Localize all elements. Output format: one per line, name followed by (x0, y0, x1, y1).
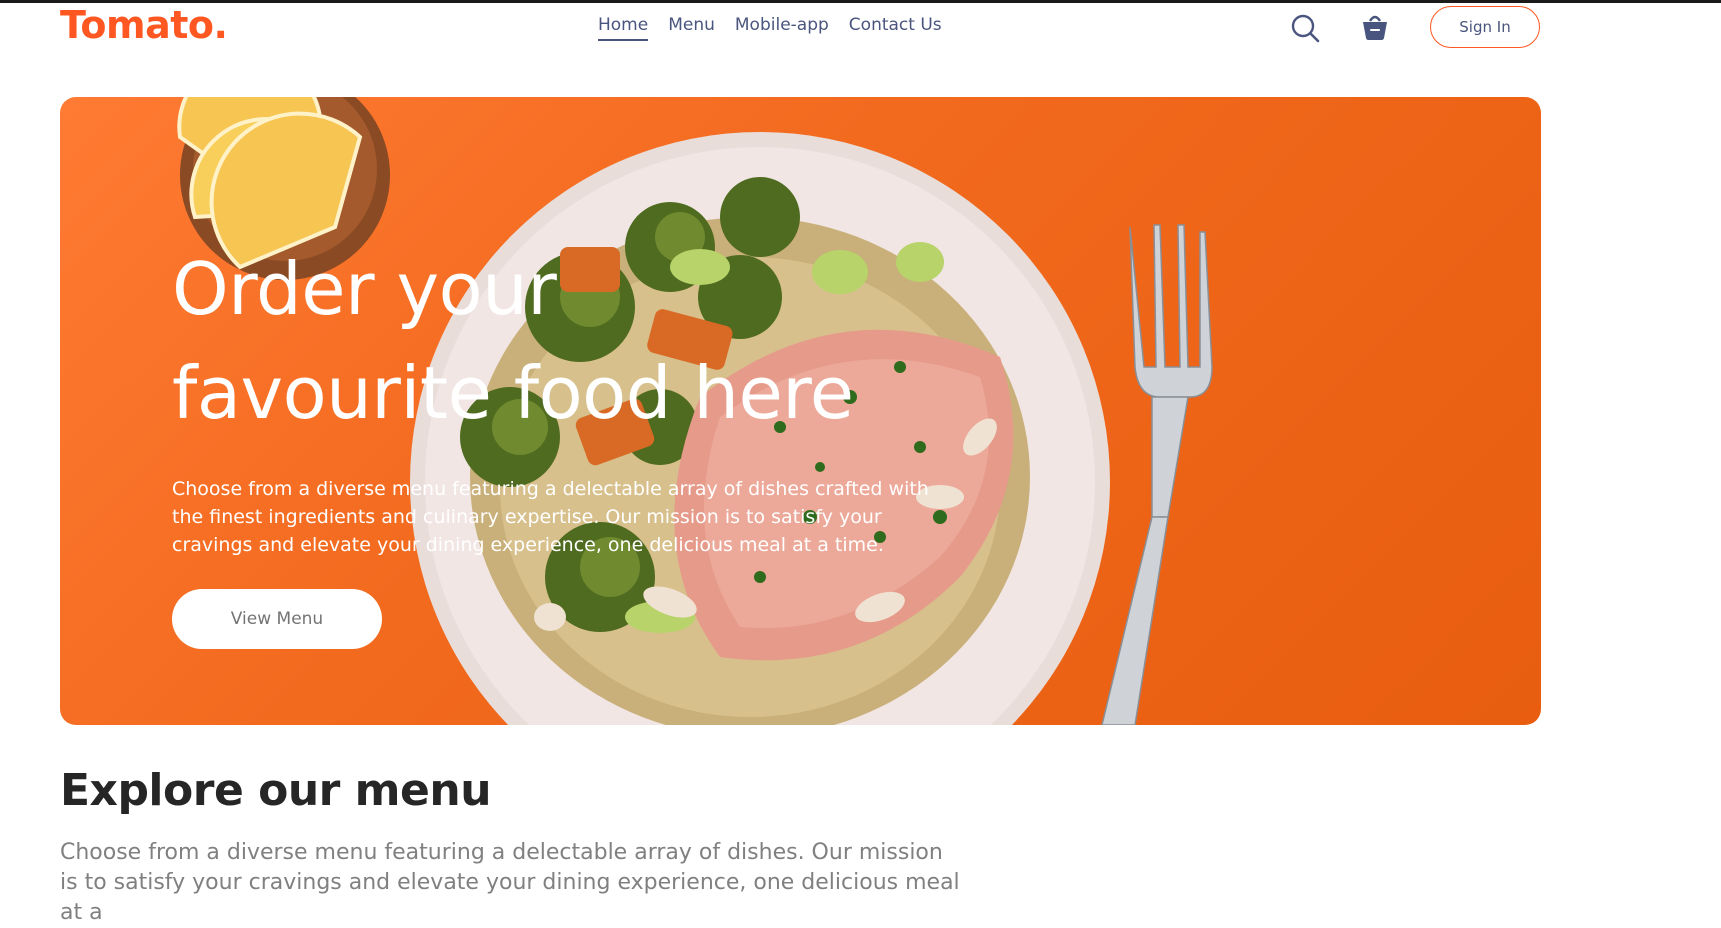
hero-title-line1: Order your (172, 247, 557, 331)
search-icon[interactable] (1290, 13, 1320, 43)
hero-banner: Order your favourite food here Choose fr… (60, 97, 1541, 725)
hero-contents: Order your favourite food here Choose fr… (172, 237, 932, 649)
nav-item-mobile-app[interactable]: Mobile-app (735, 15, 829, 41)
hero-title: Order your favourite food here (172, 237, 932, 445)
view-menu-button[interactable]: View Menu (172, 589, 382, 649)
basket-icon[interactable] (1360, 11, 1390, 41)
nav-item-home[interactable]: Home (598, 15, 649, 41)
nav-item-contact-us[interactable]: Contact Us (849, 15, 942, 41)
sign-in-button[interactable]: Sign In (1430, 6, 1540, 48)
explore-menu-section: Explore our menu Choose from a diverse m… (60, 765, 1060, 928)
explore-menu-description: Choose from a diverse menu featuring a d… (60, 840, 960, 925)
nav-menu: Home Menu Mobile-app Contact Us (598, 15, 942, 41)
navbar: Tomato. Home Menu Mobile-app Contact Us … (0, 3, 1721, 63)
hero-description: Choose from a diverse menu featuring a d… (172, 478, 929, 556)
explore-menu-title: Explore our menu (60, 765, 492, 816)
nav-item-menu[interactable]: Menu (668, 15, 715, 41)
hero-title-line2: favourite food here (172, 351, 854, 435)
logo[interactable]: Tomato. (60, 3, 228, 47)
